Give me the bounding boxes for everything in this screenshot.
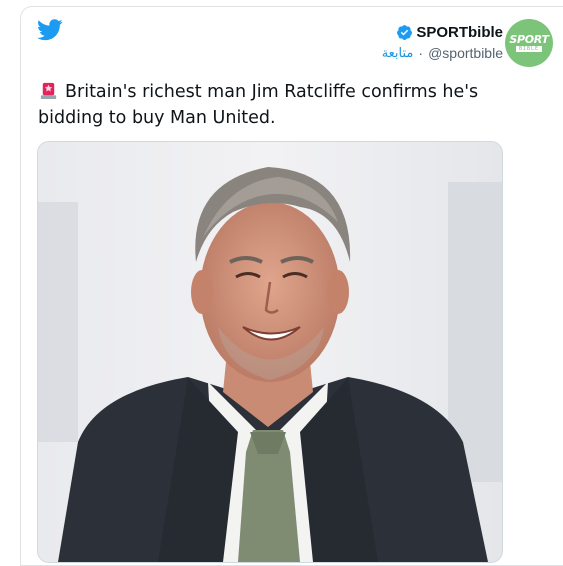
author-display-name[interactable]: SPORTbible: [416, 24, 503, 41]
avatar-logo-subtext: BIBLE: [515, 46, 543, 52]
tweet-author-header: SPORTbible متابعة · @sportbible: [382, 22, 503, 62]
author-name-row: SPORTbible: [382, 22, 503, 42]
follow-button[interactable]: متابعة: [382, 46, 414, 61]
separator-dot: ·: [418, 45, 424, 61]
portrait-photo: [38, 142, 502, 562]
author-handle[interactable]: @sportbible: [428, 45, 503, 61]
author-handle-row: متابعة · @sportbible: [382, 45, 503, 61]
twitter-bird-icon[interactable]: [37, 19, 63, 41]
tweet-text: Britain's richest man Jim Ratcliffe conf…: [38, 82, 479, 128]
tweet-embed-card[interactable]: SPORTbible متابعة · @sportbible SPORT BI…: [20, 6, 563, 566]
tweet-body: Britain's richest man Jim Ratcliffe conf…: [38, 79, 508, 131]
tweet-photo[interactable]: [37, 141, 503, 563]
avatar[interactable]: SPORT BIBLE: [505, 19, 553, 67]
police-siren-icon: [40, 82, 57, 100]
verified-badge-icon: [397, 24, 413, 40]
avatar-logo-text: SPORT: [509, 33, 549, 46]
